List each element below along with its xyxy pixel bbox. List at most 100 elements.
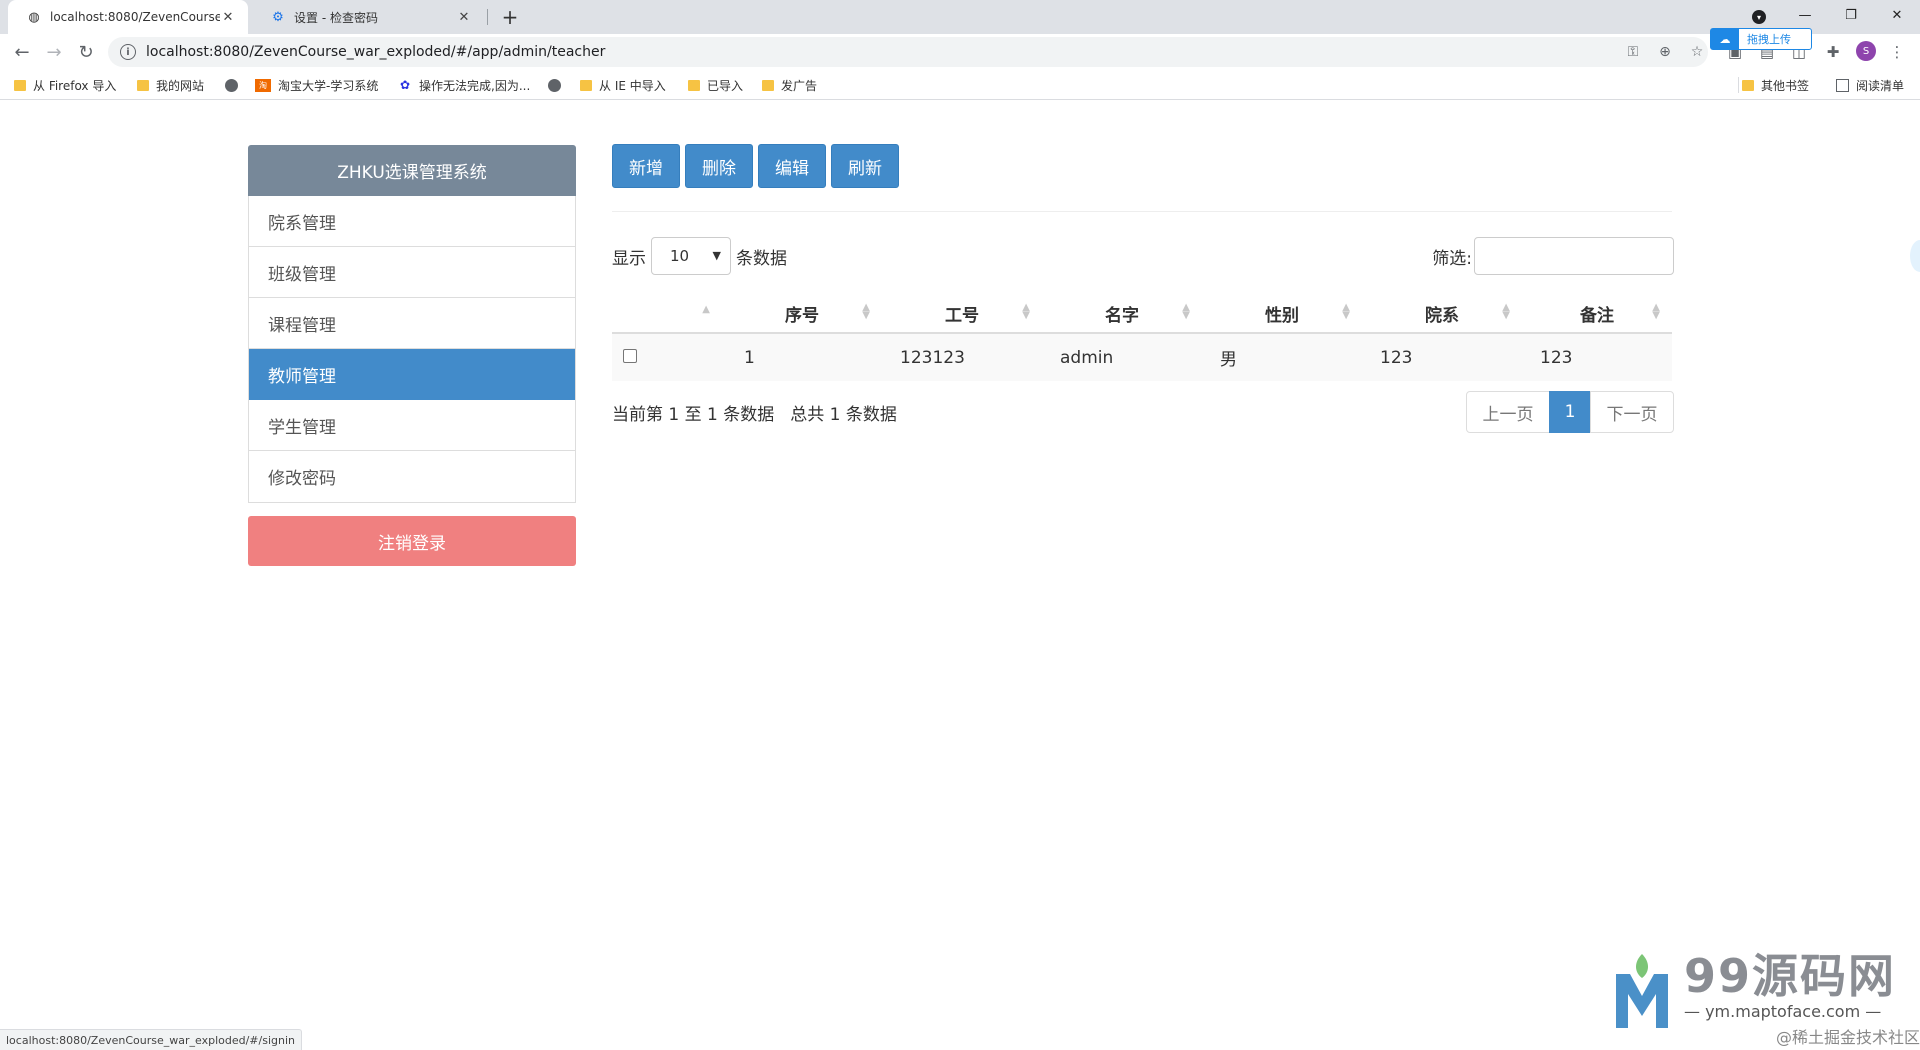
- reload-icon[interactable]: ↻: [72, 38, 100, 66]
- length-prefix: 显示: [612, 248, 646, 269]
- globe-icon: ◍: [28, 9, 40, 25]
- column-header-index[interactable]: 序号 ▲ ▼: [722, 294, 882, 334]
- folder-icon: [762, 79, 774, 91]
- cloud-icon: ☁: [1711, 29, 1739, 49]
- watermark-credit: @稀土掘金技术社区: [1775, 1028, 1920, 1047]
- logout-button[interactable]: 注销登录: [248, 516, 576, 566]
- status-bar-url: localhost:8080/ZevenCourse_war_exploded/…: [0, 1029, 302, 1050]
- browser-tab-settings[interactable]: ⚙ 设置 - 检查密码 ✕: [252, 0, 484, 34]
- gear-icon: ⚙: [272, 9, 284, 25]
- folder-icon: [137, 79, 149, 91]
- tab-search-icon[interactable]: ▾: [1748, 6, 1770, 28]
- other-bookmarks[interactable]: 其他书签: [1742, 76, 1809, 94]
- watermark-brand: 99源码网: [1684, 949, 1897, 1003]
- main-content: 新增 删除 编辑 刷新 显示 10 ▼ 条数据 筛选: ▲ 序号 ▲ ▼ 工号 …: [612, 144, 1674, 433]
- bookmark-item[interactable]: ✿ 操作无法完成,因为...: [398, 76, 530, 94]
- filter-input[interactable]: [1474, 237, 1674, 275]
- folder-icon: [688, 79, 700, 91]
- bookmark-item[interactable]: [225, 76, 245, 94]
- reading-list-icon: [1836, 78, 1849, 92]
- column-header-job-no[interactable]: 工号 ▲ ▼: [882, 294, 1042, 334]
- bookmark-star-icon[interactable]: ☆: [1686, 41, 1708, 63]
- restore-icon[interactable]: ❐: [1828, 0, 1874, 30]
- column-header-name[interactable]: 名字 ▲ ▼: [1042, 294, 1202, 334]
- bookmark-item[interactable]: [548, 76, 568, 94]
- add-button[interactable]: 新增: [612, 144, 680, 188]
- bookmark-item[interactable]: 从 IE 中导入: [580, 76, 666, 94]
- column-label: 工号: [945, 305, 979, 326]
- info-range: 当前第 1 至 1 条数据: [612, 404, 775, 425]
- address-bar[interactable]: i localhost:8080/ZevenCourse_war_explode…: [108, 37, 1708, 67]
- table-footer: 当前第 1 至 1 条数据 总共 1 条数据 上一页 1 下一页: [612, 391, 1674, 433]
- sort-icon: ▲ ▼: [1182, 302, 1190, 321]
- folder-icon: [14, 79, 26, 91]
- bookmark-label: 已导入: [707, 78, 744, 93]
- close-icon[interactable]: ✕: [220, 10, 236, 25]
- sort-icon: ▲ ▼: [862, 302, 870, 321]
- bookmark-item[interactable]: 从 Firefox 导入: [14, 76, 116, 94]
- page-length-select[interactable]: 10 ▼: [651, 237, 731, 275]
- zoom-icon[interactable]: ⊕: [1654, 41, 1676, 63]
- new-tab-icon[interactable]: +: [496, 3, 524, 31]
- column-header-gender[interactable]: 性别 ▲ ▼: [1202, 294, 1362, 334]
- next-page-button[interactable]: 下一页: [1590, 391, 1674, 433]
- table-row[interactable]: 1 123123 admin 男 123 123: [612, 333, 1672, 381]
- profile-avatar[interactable]: S: [1856, 41, 1876, 61]
- taobao-icon: 淘: [255, 78, 271, 92]
- globe-icon: [225, 78, 238, 92]
- sort-asc-icon: ▲: [702, 304, 710, 315]
- column-header-note[interactable]: 备注 ▲ ▼: [1522, 294, 1672, 334]
- filter-control: 筛选:: [1432, 237, 1674, 275]
- sidebar-item-teacher[interactable]: 教师管理: [249, 349, 575, 400]
- delete-button[interactable]: 删除: [685, 144, 753, 188]
- baidu-paw-icon: ✿: [399, 78, 411, 92]
- bookmark-item[interactable]: 已导入: [688, 76, 743, 94]
- bookmark-item[interactable]: 淘 淘宝大学-学习系统: [255, 76, 378, 94]
- prev-page-button[interactable]: 上一页: [1466, 391, 1550, 433]
- sort-icon: ▲ ▼: [1022, 302, 1030, 321]
- floating-widget[interactable]: [1910, 240, 1920, 272]
- puzzle-icon[interactable]: ✚: [1820, 39, 1846, 65]
- watermark-url: — ym.maptoface.com —: [1684, 1002, 1882, 1021]
- tab-separator: [487, 9, 488, 25]
- more-menu-icon[interactable]: ⋮: [1884, 39, 1910, 65]
- table-header-row: ▲ 序号 ▲ ▼ 工号 ▲ ▼ 名字 ▲ ▼ 性别 ▲ ▼ 院系 ▲ ▼ 备注 …: [612, 294, 1672, 334]
- row-checkbox[interactable]: [623, 348, 637, 363]
- sidebar-item-student[interactable]: 学生管理: [249, 400, 575, 451]
- tab-title: localhost:8080/ZevenCourse_w: [50, 10, 220, 24]
- cell-note: 123: [1522, 333, 1672, 381]
- sidebar-item-password[interactable]: 修改密码: [249, 451, 575, 502]
- window-close-icon[interactable]: ✕: [1874, 0, 1920, 30]
- bookmark-item[interactable]: 发广告: [762, 76, 817, 94]
- close-icon[interactable]: ✕: [456, 10, 472, 25]
- bookmark-label: 从 IE 中导入: [599, 78, 666, 93]
- cell-gender: 男: [1202, 333, 1362, 381]
- sidebar-item-department[interactable]: 院系管理: [249, 196, 575, 247]
- column-label: 院系: [1425, 305, 1459, 326]
- minimize-icon[interactable]: —: [1782, 0, 1828, 30]
- chevron-down-icon: ▼: [712, 249, 721, 262]
- bookmark-separator: [1738, 77, 1739, 93]
- teacher-table: ▲ 序号 ▲ ▼ 工号 ▲ ▼ 名字 ▲ ▼ 性别 ▲ ▼ 院系 ▲ ▼ 备注 …: [612, 294, 1672, 381]
- upload-badge[interactable]: ☁ 拖拽上传: [1710, 28, 1812, 50]
- forward-icon[interactable]: →: [40, 38, 68, 66]
- column-header-select[interactable]: ▲: [612, 294, 722, 334]
- key-icon[interactable]: ⚿: [1622, 41, 1644, 63]
- filter-label: 筛选:: [1432, 248, 1472, 269]
- browser-tab-strip: ◍ localhost:8080/ZevenCourse_w ✕ ⚙ 设置 - …: [0, 0, 1920, 34]
- table-controls: 显示 10 ▼ 条数据 筛选:: [612, 237, 1674, 275]
- page-button-current[interactable]: 1: [1549, 391, 1591, 433]
- sidebar-item-course[interactable]: 课程管理: [249, 298, 575, 349]
- back-icon[interactable]: ←: [8, 38, 36, 66]
- sidebar: ZHKU选课管理系统 院系管理 班级管理 课程管理 教师管理 学生管理 修改密码…: [248, 145, 576, 566]
- column-header-dept[interactable]: 院系 ▲ ▼: [1362, 294, 1522, 334]
- site-info-icon[interactable]: i: [120, 44, 136, 60]
- table-info: 当前第 1 至 1 条数据 总共 1 条数据: [612, 391, 897, 433]
- edit-button[interactable]: 编辑: [758, 144, 826, 188]
- browser-tab-active[interactable]: ◍ localhost:8080/ZevenCourse_w ✕: [8, 0, 248, 34]
- column-label: 序号: [785, 305, 819, 326]
- bookmark-item[interactable]: 我的网站: [137, 76, 204, 94]
- sidebar-item-class[interactable]: 班级管理: [249, 247, 575, 298]
- reading-list[interactable]: 阅读清单: [1836, 76, 1904, 94]
- refresh-button[interactable]: 刷新: [831, 144, 899, 188]
